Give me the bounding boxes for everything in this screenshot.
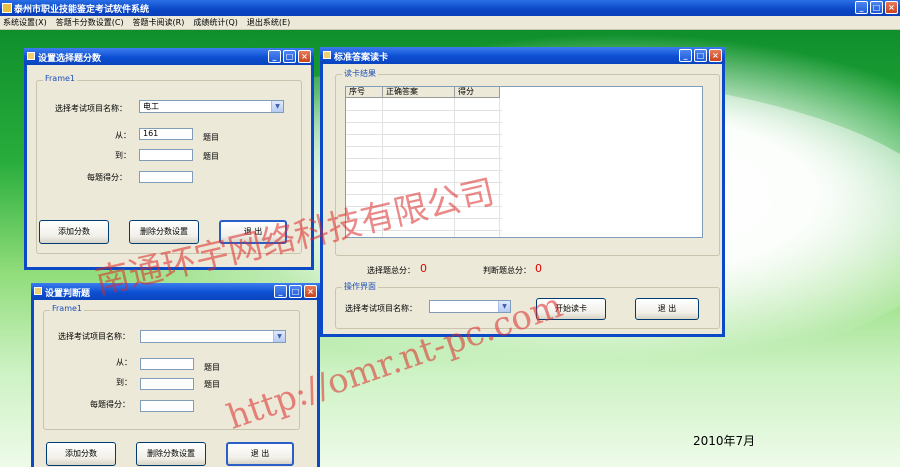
menu-card-reading[interactable]: 答题卡阅读(R) <box>130 16 191 29</box>
window-icon <box>34 287 42 295</box>
project-label: 选择考试项目名称： <box>55 104 127 113</box>
menu-card-score-settings[interactable]: 答题卡分数设置(C) <box>53 16 130 29</box>
project-select-value: 电工 <box>143 102 159 111</box>
from-unit-label: 题目 <box>204 363 220 372</box>
project-label: 选择考试项目名称： <box>345 304 417 313</box>
grid-header-score[interactable]: 得分 <box>455 87 500 98</box>
app-titlebar[interactable]: 泰州市职业技能鉴定考试软件系统 _ □ × <box>0 0 900 16</box>
window-titlebar[interactable]: 标准答案读卡 _ □ × <box>320 47 725 64</box>
close-button[interactable]: × <box>709 49 722 62</box>
from-unit-label: 题目 <box>203 133 219 142</box>
chevron-down-icon[interactable]: ▼ <box>273 331 285 342</box>
grid-header-answer[interactable]: 正确答案 <box>383 87 455 98</box>
project-select[interactable]: ▼ <box>140 330 286 343</box>
exit-button[interactable]: 退 出 <box>635 298 699 320</box>
from-input[interactable]: 161 <box>139 128 193 140</box>
grid-header-seq[interactable]: 序号 <box>346 87 383 98</box>
maximize-button[interactable]: □ <box>289 285 302 298</box>
date-label: 2010年7月 <box>693 434 756 448</box>
window-title: 标准答案读卡 <box>334 53 389 63</box>
window-titlebar[interactable]: 设置选择题分数 _ □ × <box>24 48 314 65</box>
to-label: 到： <box>115 151 131 160</box>
minimize-button[interactable]: _ <box>274 285 287 298</box>
maximize-button[interactable]: □ <box>283 50 296 63</box>
app-icon <box>2 3 12 13</box>
grid-line <box>346 158 502 159</box>
to-input[interactable] <box>140 378 194 390</box>
maximize-button[interactable]: □ <box>694 49 707 62</box>
to-unit-label: 题目 <box>204 380 220 389</box>
frame-label: Frame1 <box>43 74 78 83</box>
project-label: 选择考试项目名称： <box>58 332 130 341</box>
score-per-question-input[interactable] <box>139 171 193 183</box>
from-input[interactable] <box>140 358 194 370</box>
judge-total-value: 0 <box>535 262 542 275</box>
score-label: 每题得分： <box>87 173 127 182</box>
delete-score-button[interactable]: 删除分数设置 <box>136 442 206 466</box>
close-button[interactable]: × <box>298 50 311 63</box>
window-judge-score[interactable]: 设置判断题 _ □ × Frame1 选择考试项目名称： ▼ 从： 题目 到： … <box>31 283 320 467</box>
app-title: 泰州市职业技能鉴定考试软件系统 <box>14 5 150 15</box>
window-icon <box>323 51 331 59</box>
maximize-button[interactable]: □ <box>870 1 883 14</box>
window-title: 设置判断题 <box>45 289 91 299</box>
close-button[interactable]: × <box>304 285 317 298</box>
add-score-button[interactable]: 添加分数 <box>39 220 109 244</box>
menu-system-settings[interactable]: 系统设置(X) <box>0 16 53 29</box>
judge-total-label: 判断题总分： <box>483 266 531 275</box>
from-label: 从： <box>115 131 131 140</box>
close-button[interactable]: × <box>885 1 898 14</box>
project-select[interactable]: 电工 ▼ <box>139 100 284 113</box>
frame-label: 操作界面 <box>342 281 378 292</box>
minimize-button[interactable]: _ <box>268 50 281 63</box>
menu-exit-system[interactable]: 退出系统(E) <box>244 16 296 29</box>
to-unit-label: 题目 <box>203 152 219 161</box>
frame-label: Frame1 <box>50 304 85 313</box>
grid-header: 序号 正确答案 得分 <box>346 87 500 98</box>
chevron-down-icon[interactable]: ▼ <box>271 101 283 112</box>
to-label: 到： <box>116 378 132 387</box>
grid-line <box>346 146 502 147</box>
to-input[interactable] <box>139 149 193 161</box>
score-label: 每题得分： <box>90 400 130 409</box>
grid-line <box>499 98 500 237</box>
frame-label: 读卡结果 <box>342 68 378 79</box>
choice-total-value: 0 <box>420 262 427 275</box>
minimize-button[interactable]: _ <box>679 49 692 62</box>
add-score-button[interactable]: 添加分数 <box>46 442 116 466</box>
from-label: 从： <box>116 358 132 367</box>
grid-line <box>346 110 502 111</box>
exit-button[interactable]: 退 出 <box>226 442 294 466</box>
menu-score-statistics[interactable]: 成绩统计(Q) <box>190 16 244 29</box>
score-per-question-input[interactable] <box>140 400 194 412</box>
window-icon <box>27 52 35 60</box>
grid-line <box>346 134 502 135</box>
menu-bar: 系统设置(X) 答题卡分数设置(C) 答题卡阅读(R) 成绩统计(Q) 退出系统… <box>0 16 900 30</box>
grid-line <box>346 122 502 123</box>
choice-total-label: 选择题总分： <box>367 266 415 275</box>
window-title: 设置选择题分数 <box>38 54 102 64</box>
minimize-button[interactable]: _ <box>855 1 868 14</box>
